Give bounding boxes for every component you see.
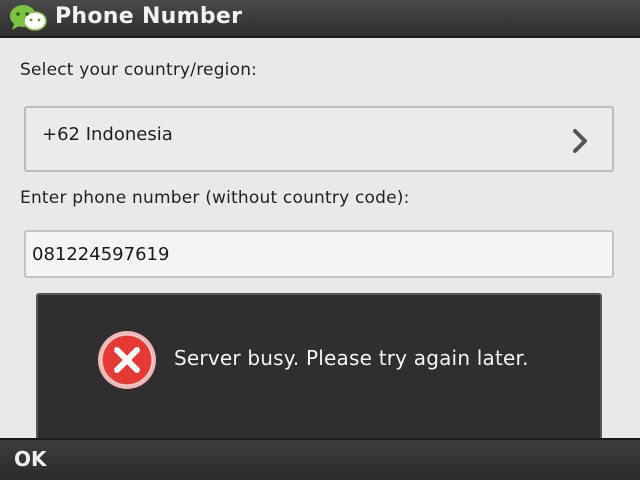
chevron-right-icon [573, 129, 587, 153]
country-selector[interactable]: +62 Indonesia [24, 106, 614, 172]
country-value: +62 Indonesia [42, 124, 173, 145]
app-screen: Phone Number Select your country/region:… [0, 0, 640, 480]
error-dialog: Server busy. Please try again later. [36, 293, 602, 443]
softkey-bar: OK [0, 438, 640, 480]
title-bar: Phone Number [0, 0, 640, 38]
country-label: Select your country/region: [20, 60, 258, 80]
ok-button[interactable]: OK [14, 447, 47, 471]
phone-number-form: Select your country/region: +62 Indonesi… [0, 38, 640, 443]
phone-number-input[interactable] [24, 230, 614, 278]
error-icon [98, 331, 156, 389]
page-title: Phone Number [55, 4, 243, 29]
error-message: Server busy. Please try again later. [174, 346, 529, 370]
wechat-logo-icon [10, 5, 47, 31]
phone-number-label: Enter phone number (without country code… [20, 188, 410, 208]
